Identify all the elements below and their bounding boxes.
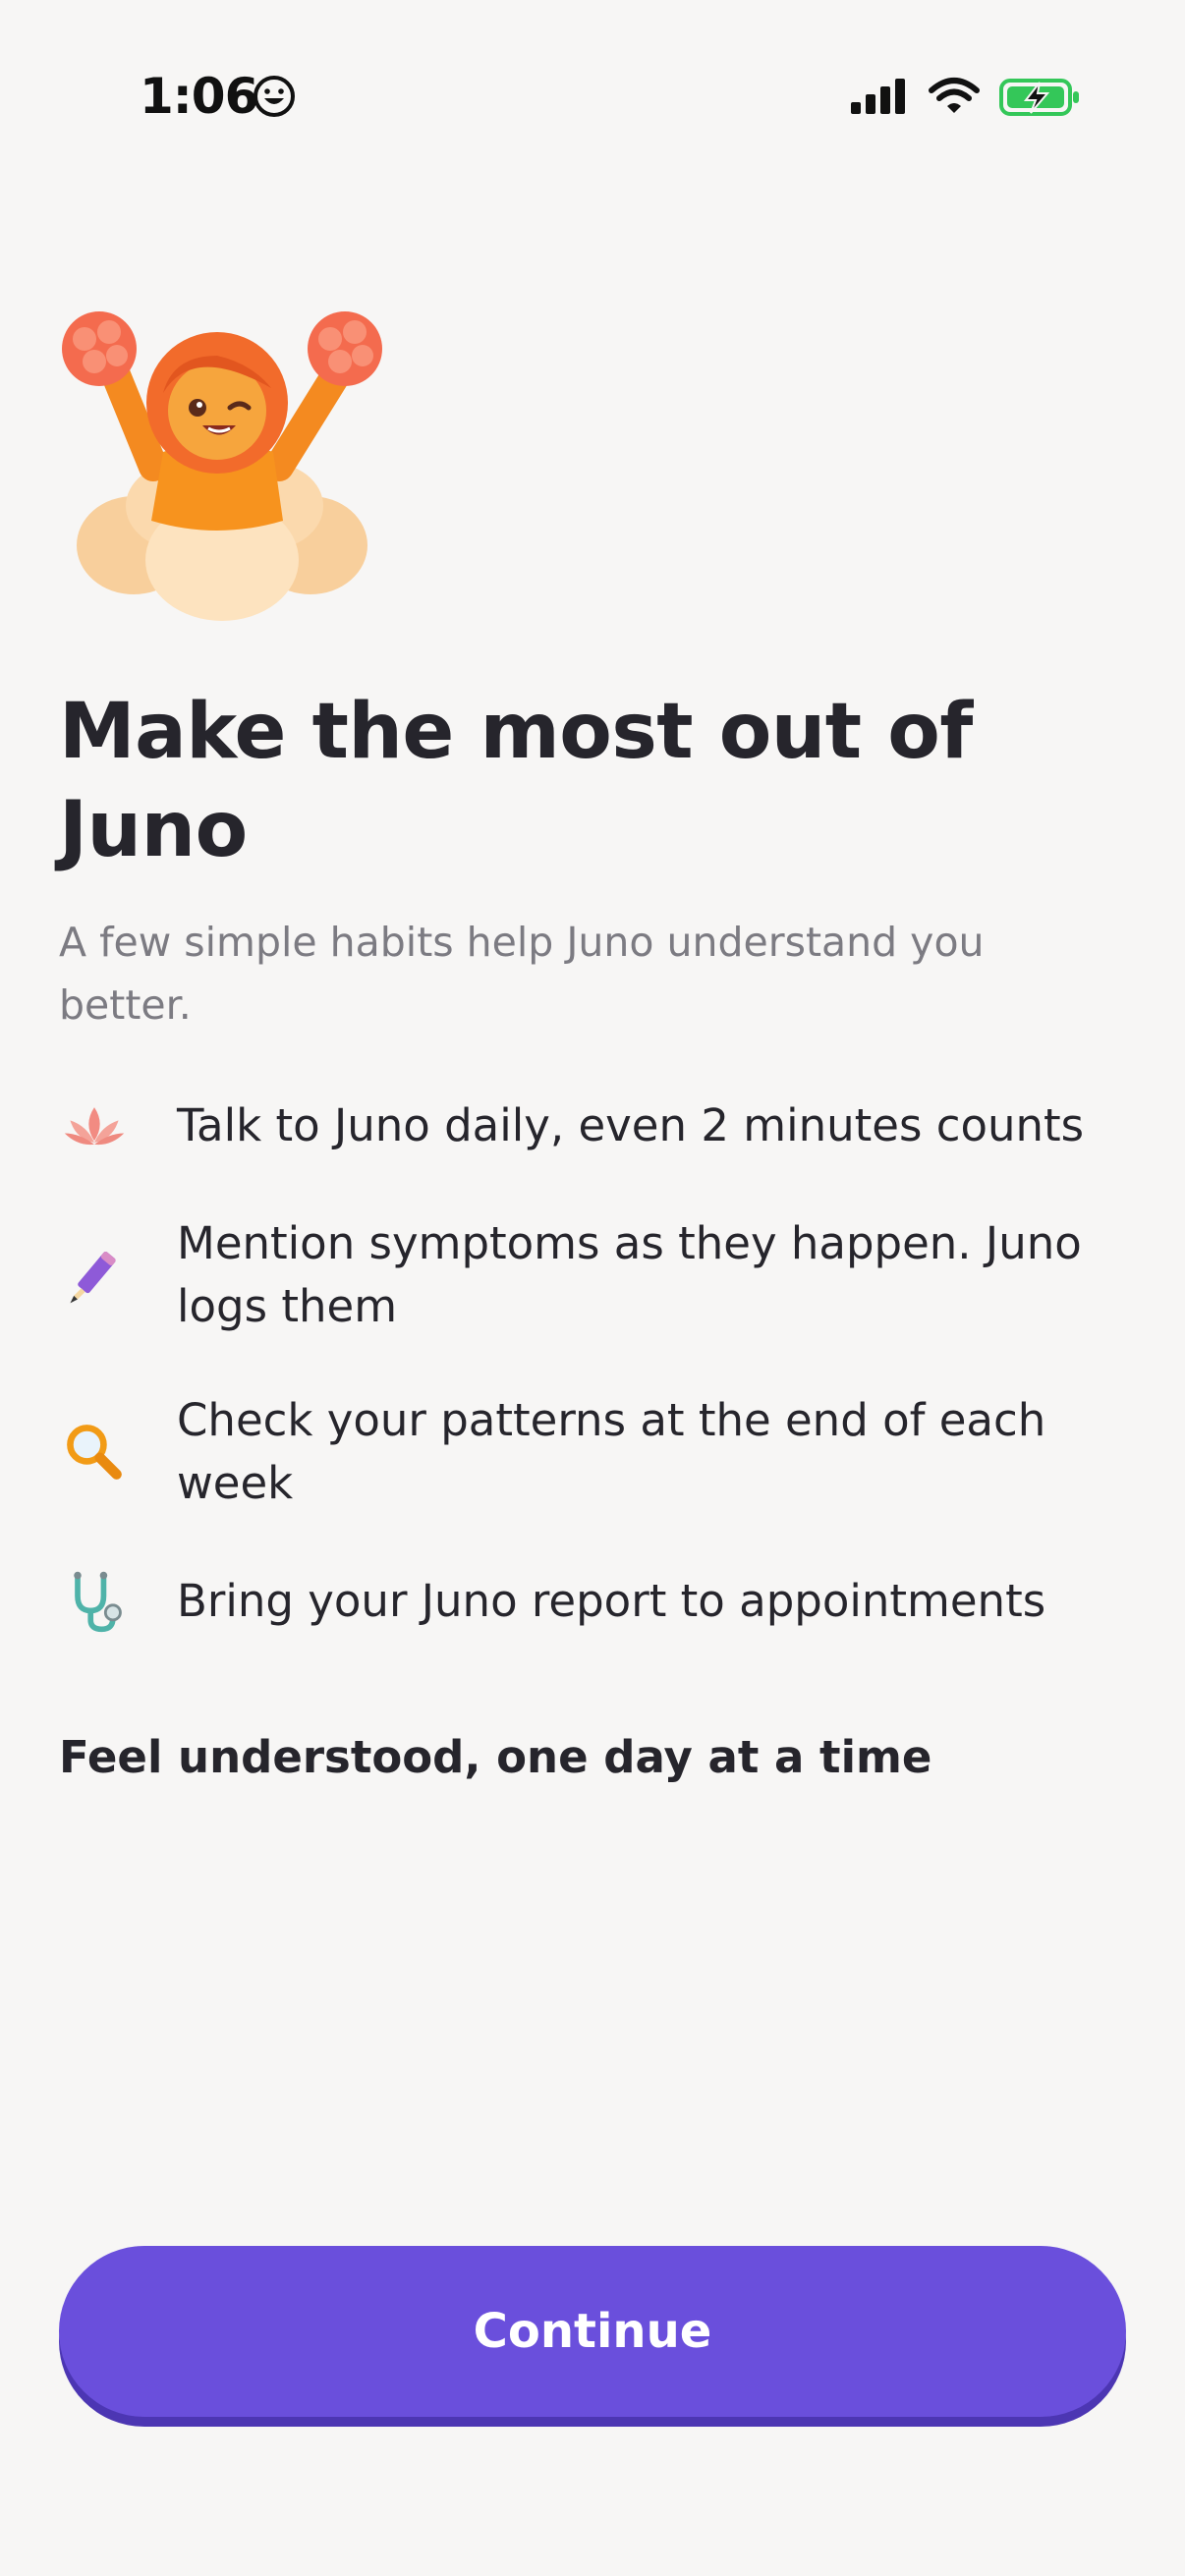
magnifying-glass-icon: [59, 1417, 130, 1487]
page-title: Make the most out of Juno: [59, 688, 973, 874]
page-subtitle: A few simple habits help Juno understand…: [59, 919, 985, 1029]
pompom-left: [62, 311, 137, 386]
continue-button[interactable]: Continue: [59, 2246, 1126, 2417]
habit-text: Bring your Juno report to appointments: [177, 1575, 1046, 1627]
list-item: Bring your Juno report to appointments: [59, 1566, 1140, 1637]
tagline: Feel understood, one day at a time: [59, 1731, 932, 1783]
stethoscope-icon: [59, 1566, 130, 1637]
wifi-icon: [929, 78, 980, 113]
list-item: Check your patterns at the end of each w…: [59, 1389, 1140, 1515]
onboarding-screen: 1:06 Make the most out of Juno A few sim…: [0, 0, 1185, 2576]
lotus-icon: [59, 1091, 130, 1161]
habit-list: Talk to Juno daily, even 2 minutes count…: [59, 1091, 1140, 1688]
list-item: Mention symptoms as they happen. Juno lo…: [59, 1212, 1140, 1338]
habit-text: Check your patterns at the end of each w…: [177, 1394, 1046, 1509]
habit-text: Talk to Juno daily, even 2 minutes count…: [177, 1099, 1085, 1151]
pompom-right: [308, 311, 382, 386]
battery-charging-icon: [999, 79, 1079, 116]
smiley-icon: [254, 76, 295, 117]
status-time: 1:06: [140, 68, 258, 125]
habit-text: Mention symptoms as they happen. Juno lo…: [177, 1217, 1082, 1332]
pencil-icon: [59, 1240, 130, 1311]
cellular-signal-icon: [851, 79, 905, 114]
list-item: Talk to Juno daily, even 2 minutes count…: [59, 1091, 1140, 1161]
cheerleader-illustration: [62, 311, 382, 621]
